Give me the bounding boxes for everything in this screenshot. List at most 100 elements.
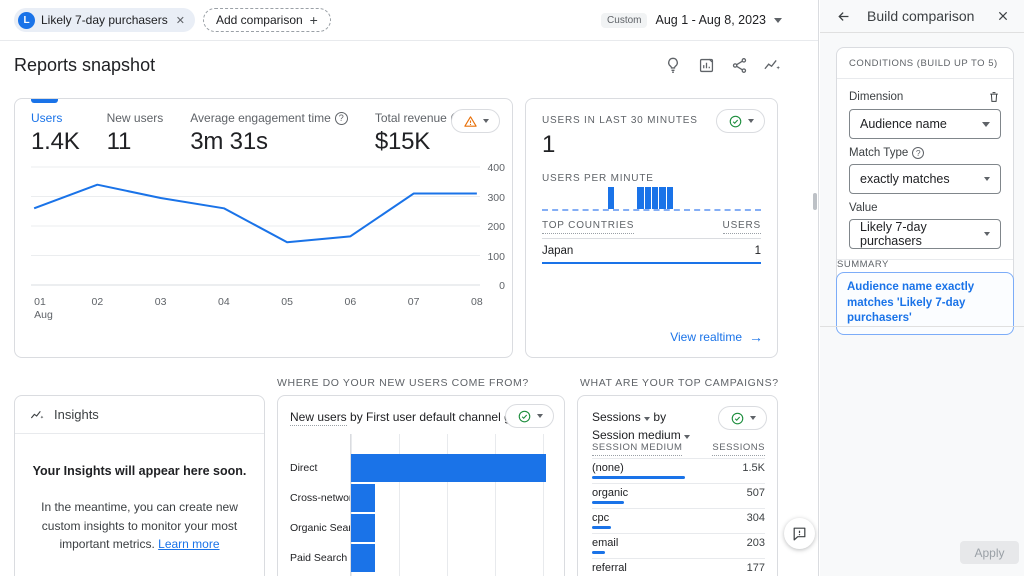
users-line-chart: 01Aug02030405060708 0100200300400 [31,161,506,323]
line-chart-plot [31,161,480,293]
metric-picker[interactable]: New users [290,410,347,426]
campaign-row-head: (none)1.5K [592,462,765,474]
channel-chart-title[interactable]: New users by First user default channel … [290,410,506,424]
chevron-down-icon [644,417,650,421]
channel-status-pill[interactable] [505,404,554,428]
campaigns-chart-title: Sessions by Session medium [592,408,690,444]
channel-bars [350,434,548,576]
metric-new-users[interactable]: New users11 [107,111,164,156]
panel-header: Build comparison [820,0,1024,33]
campaign-row-head: referral177 [592,562,765,574]
close-icon[interactable] [995,8,1011,24]
insights-body: In the meantime, you can create new cust… [28,498,251,554]
x-tick-label: 02 [92,296,104,309]
realtime-card: USERS IN LAST 30 MINUTES 1 USERS PER MIN… [525,98,778,358]
sessions-header[interactable]: SESSIONS [712,442,765,456]
chevron-down-icon [748,119,754,123]
value-select[interactable]: Likely 7-day purchasers [849,219,1001,249]
campaign-row[interactable]: organic507 [592,483,765,508]
comparison-chip[interactable]: L Likely 7-day purchasers ✕ [14,8,195,32]
country-bar [542,262,761,264]
date-range-picker[interactable]: Custom Aug 1 - Aug 8, 2023 [601,13,782,28]
insights-trend-icon[interactable] [760,53,784,77]
customize-report-icon[interactable] [694,53,718,77]
condition-fields: Dimension Audience name Match Type ? exa… [837,79,1013,259]
channel-labels: DirectCross-networkOrganic SearchPaid Se… [290,434,350,576]
feedback-bubble-icon [791,525,808,542]
realtime-status-pill[interactable] [716,109,765,133]
campaign-row[interactable]: cpc304 [592,508,765,533]
y-tick-label: 300 [487,192,505,204]
country-row[interactable]: Japan1 [542,239,761,262]
channel-bar[interactable] [351,544,375,572]
sessions-value: 1.5K [742,462,765,474]
metrics-status-pill[interactable] [451,109,500,133]
x-tick-label: 01Aug [34,296,53,322]
metric-average-engagement-time[interactable]: Average engagement time?3m 31s [190,111,348,156]
campaign-row-bar [592,476,685,479]
help-icon[interactable]: ? [912,147,924,159]
insights-title: Insights [54,407,99,422]
realtime-table-header: TOP COUNTRIES USERS [542,220,761,234]
campaign-row-head: cpc304 [592,512,765,524]
insights-card: Insights Your Insights will appear here … [14,395,265,576]
channel-bar[interactable] [351,514,375,542]
metric-users[interactable]: Users1.4K [31,111,80,156]
minute-bar [637,187,643,209]
users-per-minute-chart [542,187,761,211]
metric-value: 1.4K [31,128,80,156]
campaigns-status-pill[interactable] [718,406,767,430]
page-header: Reports snapshot [0,42,818,88]
dimension-select[interactable]: Audience name [849,109,1001,139]
x-axis-month: Aug [34,309,53,322]
channel-bar[interactable] [351,454,546,482]
divider [820,326,1024,327]
channel-label: Cross-network [290,484,350,512]
channel-label: Paid Search [290,544,350,572]
value-label: Value [849,202,878,214]
insights-lightbulb-icon[interactable] [661,53,685,77]
campaign-row-bar [592,501,624,504]
conditions-header: CONDITIONS (BUILD UP TO 5) [837,48,1013,79]
match-type-label-row: Match Type ? [849,147,1001,159]
learn-more-link[interactable]: Learn more [158,537,219,551]
view-realtime-link[interactable]: View realtime → [670,329,763,345]
users-header[interactable]: USERS [723,220,761,234]
minute-bar [667,187,673,209]
plus-icon: + [310,12,318,28]
value-label-row: Value [849,202,1001,214]
campaign-row[interactable]: email203 [592,533,765,558]
trash-icon[interactable] [987,90,1001,104]
match-type-select[interactable]: exactly matches [849,164,1001,194]
campaign-row[interactable]: (none)1.5K [592,458,765,483]
value-value: Likely 7-day purchasers [860,220,984,248]
chevron-down-icon [982,122,990,127]
metric-picker[interactable]: Sessions [592,410,641,424]
session-medium-header[interactable]: SESSION MEDIUM [592,442,682,456]
campaign-row-head: email203 [592,537,765,549]
active-metric-indicator [31,99,58,103]
channel-label: Organic Search [290,514,350,542]
campaign-row-head: organic507 [592,487,765,499]
scrollbar-thumb[interactable] [813,193,817,210]
chevron-down-icon [774,18,782,23]
x-tick-label: 06 [345,296,357,309]
x-tick-label: 04 [218,296,230,309]
dimension-picker[interactable]: Session medium [592,428,681,442]
back-arrow-icon[interactable] [835,8,852,25]
channel-bar[interactable] [351,484,375,512]
feedback-button[interactable] [784,518,815,549]
share-icon[interactable] [727,53,751,77]
campaign-row[interactable]: referral177 [592,558,765,576]
add-comparison-button[interactable]: Add comparison + [203,8,331,32]
help-icon[interactable]: ? [335,112,348,125]
apply-button[interactable]: Apply [960,541,1019,564]
chevron-down-icon [984,177,990,181]
top-countries-header[interactable]: TOP COUNTRIES [542,220,634,234]
insights-headline: Your Insights will appear here soon. [31,464,248,478]
metric-value: $15K [375,128,464,156]
close-icon[interactable]: ✕ [176,14,185,27]
metric-label-text: Average engagement time [190,111,331,125]
y-tick-label: 100 [487,251,505,263]
chevron-down-icon [483,119,489,123]
